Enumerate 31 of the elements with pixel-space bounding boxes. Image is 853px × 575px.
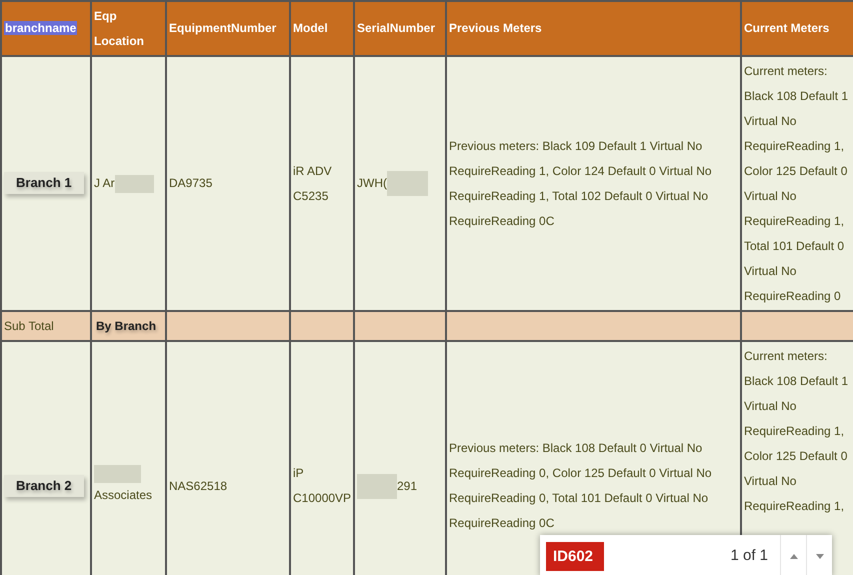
caret-up-icon: [790, 554, 798, 558]
redaction-mark: [94, 464, 141, 482]
column-header: Model: [293, 21, 328, 35]
equipment-number: NAS62518: [169, 478, 228, 492]
group-label: By Branch: [95, 318, 156, 332]
caret-down-icon: [816, 554, 824, 558]
model-text: iR ADV C5235: [293, 164, 332, 202]
subtotal-label: Sub Total: [4, 318, 54, 332]
previous-meters-text: Previous meters: Black 108 Default 0 Virtual No RequireReading 0, Color 125 Default 0 Virtual No RequireReading 0, Total 101 Default 0 Virtual No RequireReading 0C: [449, 441, 712, 530]
column-header: Previous Meters: [449, 21, 542, 35]
match-tag: ID602: [546, 542, 604, 570]
column-header: Current Meters: [744, 21, 830, 35]
branch-name: Branch 2: [4, 474, 84, 496]
current-meters-text: Current meters: Black 108 Default 1 Virtual No RequireReading 1, Color 125 Default 0 Virtual No RequireReading 1,: [744, 349, 848, 513]
location-text: Associates: [94, 486, 152, 504]
redaction-mark: [114, 174, 154, 192]
model-text: iP C10000VP: [293, 466, 352, 505]
redaction-mark: [357, 474, 397, 498]
column-header: Eqp Location: [94, 8, 144, 48]
redaction-mark: [387, 171, 428, 196]
column-header: SerialNumber: [357, 21, 436, 35]
serial-number: JWH(: [357, 175, 387, 192]
previous-meters-text: Previous meters: Black 109 Default 1 Virtual No RequireReading 1, Color 124 Default 0 Virtual No RequireReading 1, Total 102 Default 0 Virtual No RequireReading 0C: [449, 138, 712, 228]
column-header: EquipmentNumber: [169, 21, 276, 35]
equipment-number: DA9735: [169, 176, 212, 190]
current-meters-text: Current meters: Black 108 Default 1 Virtual No RequireReading 1, Color 125 Default 0 Virtual No RequireReading 1, Total 101 Default 0 Virtual No RequireReading 0: [744, 64, 848, 303]
location-text: J Ar: [94, 175, 115, 192]
branch-name: Branch 1: [4, 172, 84, 194]
column-header: branchname: [4, 21, 78, 35]
match-count: 1 of 1: [730, 546, 768, 566]
serial-number: 291: [397, 478, 418, 494]
